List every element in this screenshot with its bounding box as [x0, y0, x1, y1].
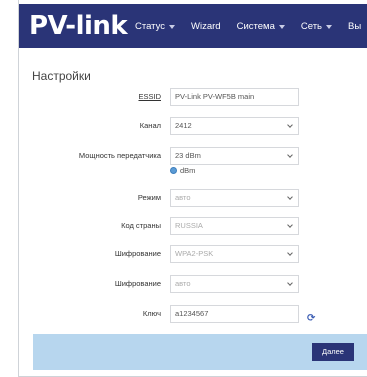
nav-item-status[interactable]: Статус	[135, 20, 176, 32]
country-select[interactable]: RUSSIA	[170, 217, 299, 235]
nav-item-wizard[interactable]: Wizard	[191, 21, 221, 32]
tx-power-unit-option[interactable]: dBm	[170, 165, 195, 175]
encryption-row: Шифрование WPA2-PSK	[19, 244, 367, 264]
country-row: Код страны RUSSIA	[19, 216, 367, 236]
encryption-value: WPA2-PSK	[175, 249, 214, 258]
logo: PV-link	[29, 11, 128, 41]
cipher-select[interactable]: авто	[170, 275, 299, 293]
nav-item-system[interactable]: Система	[237, 21, 285, 32]
chevron-down-icon	[287, 222, 293, 228]
country-label: Код страны	[121, 221, 161, 230]
tx-power-row: Мощность передатчика 23 dBm	[19, 146, 367, 166]
cipher-value: авто	[175, 279, 191, 288]
tx-power-value: 23 dBm	[175, 151, 201, 160]
essid-label[interactable]: ESSID	[138, 87, 161, 107]
key-label: Ключ	[142, 309, 161, 318]
chevron-down-icon	[287, 194, 293, 200]
router-admin-panel: PV-link Статус Wizard Система Сеть Вы На…	[18, 0, 367, 377]
main-nav: Статус Wizard Система Сеть Вы	[135, 4, 367, 48]
tx-power-select[interactable]: 23 dBm	[170, 147, 299, 165]
nav-item-label: Система	[236, 20, 275, 32]
nav-item-network[interactable]: Сеть	[301, 21, 332, 32]
channel-value: 2412	[175, 121, 192, 130]
channel-row: Канал 2412	[19, 116, 367, 136]
channel-label: Канал	[139, 121, 161, 130]
next-button[interactable]: Далее	[312, 343, 354, 361]
mode-label: Режим	[137, 193, 161, 202]
nav-item-label: Статус	[135, 20, 166, 32]
essid-input[interactable]: PV-Link PV-WF5B main	[170, 88, 299, 106]
mode-value: авто	[175, 193, 191, 202]
essid-row: ESSID PV-Link PV-WF5B main	[19, 87, 367, 107]
encryption-label: Шифрование	[114, 249, 161, 258]
tx-power-label: Мощность передатчика	[78, 151, 161, 160]
nav-item-label: Сеть	[300, 20, 322, 32]
header: PV-link Статус Wizard Система Сеть Вы	[19, 0, 367, 52]
caret-down-icon	[278, 24, 285, 29]
page-title: Настройки	[32, 69, 91, 83]
chevron-down-icon	[287, 250, 293, 256]
caret-down-icon	[169, 24, 176, 29]
cipher-label: Шифрование	[114, 279, 161, 288]
encryption-select[interactable]: WPA2-PSK	[170, 245, 299, 263]
nav-item-label: Вы	[348, 20, 362, 32]
nav-item-truncated[interactable]: Вы	[348, 21, 361, 32]
mode-select[interactable]: авто	[170, 189, 299, 207]
chevron-down-icon	[287, 152, 293, 158]
cipher-row: Шифрование авто	[19, 274, 367, 294]
nav-item-label: Wizard	[191, 20, 221, 32]
refresh-icon[interactable]: ⟳	[307, 314, 317, 324]
chevron-down-icon	[287, 122, 293, 128]
tx-power-unit-label: dBm	[180, 165, 196, 175]
footer-bar: Далее	[33, 334, 367, 370]
mode-row: Режим авто	[19, 188, 367, 208]
radio-dot-icon	[170, 166, 177, 174]
caret-down-icon	[326, 24, 332, 29]
channel-select[interactable]: 2412	[170, 117, 299, 135]
chevron-down-icon	[287, 280, 293, 286]
key-input[interactable]: a1234567	[170, 305, 299, 323]
navbar: PV-link Статус Wizard Система Сеть Вы	[19, 4, 367, 48]
country-value: RUSSIA	[175, 221, 203, 230]
